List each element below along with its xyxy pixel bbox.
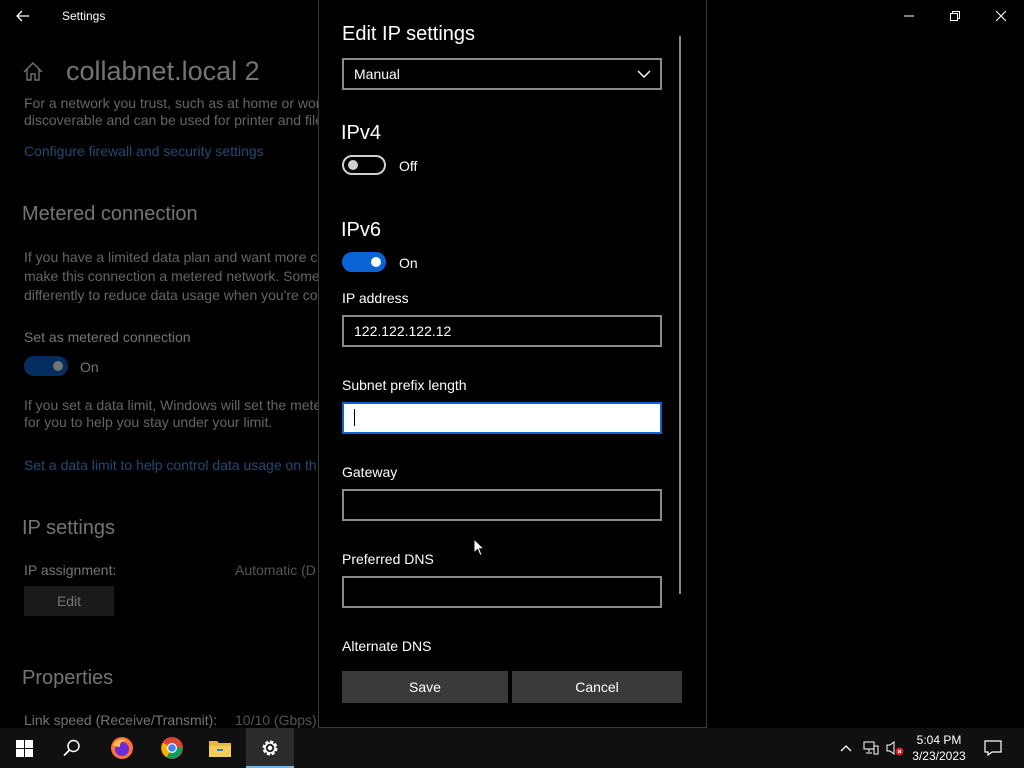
ipv4-toggle[interactable] <box>342 155 386 175</box>
ip-address-label: IP address <box>342 290 409 306</box>
firewall-settings-link[interactable]: Configure firewall and security settings <box>24 143 264 159</box>
data-limit-link[interactable]: Set a data limit to help control data us… <box>24 457 317 473</box>
search-icon <box>63 739 80 757</box>
edit-ip-settings-dialog: Edit IP settings Manual IPv4 Off IPv6 On… <box>318 0 707 728</box>
gateway-input[interactable] <box>342 489 662 521</box>
network-tray-button[interactable] <box>860 728 882 768</box>
toggle-knob <box>348 160 358 170</box>
link-speed-value: 10/10 (Gbps) <box>235 712 317 728</box>
folder-icon <box>209 741 231 757</box>
cancel-button[interactable]: Cancel <box>512 671 682 703</box>
notifications-button[interactable] <box>978 728 1008 768</box>
start-button[interactable] <box>0 728 48 768</box>
clock-time: 5:04 PM <box>916 733 962 747</box>
chevron-down-icon <box>637 70 651 78</box>
metered-text-line: make this connection a metered network. … <box>24 268 320 284</box>
close-button[interactable] <box>978 0 1024 32</box>
network-icon <box>863 741 879 755</box>
ipv4-heading: IPv4 <box>341 122 382 144</box>
taskbar: 5:04 PM 3/23/2023 <box>0 728 1024 768</box>
metered-connection-heading: Metered connection <box>22 203 198 225</box>
minimize-icon <box>904 15 914 17</box>
gear-icon <box>262 740 278 756</box>
ip-assignment-label: IP assignment: <box>24 562 117 578</box>
data-limit-text-line: If you set a data limit, Windows will se… <box>24 397 322 413</box>
back-arrow-icon <box>16 10 29 22</box>
volume-tray-button[interactable] <box>884 728 906 768</box>
toggle-knob <box>53 361 63 371</box>
taskbar-settings[interactable] <box>246 728 294 768</box>
page-title: collabnet.local 2 <box>66 56 260 86</box>
ip-mode-dropdown[interactable]: Manual <box>342 58 662 90</box>
data-limit-text-line: for you to help you stay under your limi… <box>24 414 273 430</box>
taskbar-clock[interactable]: 5:04 PM 3/23/2023 <box>906 732 972 764</box>
ip-mode-selected-value: Manual <box>354 66 400 82</box>
search-button[interactable] <box>48 728 96 768</box>
ip-address-input[interactable] <box>342 315 662 347</box>
metered-connection-toggle[interactable] <box>24 356 68 376</box>
toggle-knob <box>371 257 381 267</box>
mouse-pointer-icon <box>473 538 485 557</box>
restore-icon <box>950 11 960 21</box>
taskbar-file-explorer[interactable] <box>196 728 244 768</box>
ipv6-toggle[interactable] <box>342 252 386 272</box>
restore-button[interactable] <box>932 0 978 32</box>
firefox-icon <box>111 737 133 759</box>
properties-heading: Properties <box>22 667 114 689</box>
metered-toggle-label: Set as metered connection <box>24 329 191 345</box>
dialog-title: Edit IP settings <box>342 23 476 45</box>
taskbar-chrome[interactable] <box>148 728 196 768</box>
edit-ip-button[interactable]: Edit <box>24 586 114 616</box>
home-icon[interactable] <box>23 62 43 81</box>
ipv6-heading: IPv6 <box>341 219 382 241</box>
subnet-prefix-input[interactable] <box>342 402 662 434</box>
clock-date: 3/23/2023 <box>912 749 966 763</box>
text-caret <box>354 409 355 426</box>
ipv6-toggle-state: On <box>399 255 418 271</box>
metered-text-line: If you have a limited data plan and want… <box>24 249 318 265</box>
metered-toggle-state: On <box>80 359 99 375</box>
back-button[interactable] <box>8 4 38 28</box>
subnet-prefix-label: Subnet prefix length <box>342 377 467 393</box>
window-title: Settings <box>62 9 106 23</box>
metered-text-line: differently to reduce data usage when yo… <box>24 287 318 303</box>
windows-logo-icon <box>15 739 33 757</box>
minimize-button[interactable] <box>886 0 932 32</box>
ip-assignment-value: Automatic (D <box>235 562 316 578</box>
save-button[interactable]: Save <box>342 671 508 703</box>
gateway-label: Gateway <box>342 464 398 480</box>
preferred-dns-label: Preferred DNS <box>342 551 434 567</box>
chrome-icon <box>161 737 183 759</box>
taskbar-firefox[interactable] <box>98 728 146 768</box>
ip-settings-heading: IP settings <box>22 517 116 539</box>
close-icon <box>996 11 1006 21</box>
volume-muted-icon <box>886 741 904 756</box>
intro-text-line: discoverable and can be used for printer… <box>24 112 323 128</box>
dialog-scroll-area: Edit IP settings Manual IPv4 Off IPv6 On… <box>319 0 706 660</box>
ipv4-toggle-state: Off <box>399 158 418 174</box>
show-hidden-icons-button[interactable] <box>836 728 856 768</box>
notification-icon <box>984 740 1002 756</box>
preferred-dns-input[interactable] <box>342 576 662 608</box>
alternate-dns-label: Alternate DNS <box>342 638 432 654</box>
intro-text-line: For a network you trust, such as at home… <box>24 95 321 111</box>
dialog-scrollbar[interactable] <box>679 36 681 594</box>
chevron-up-icon <box>840 745 852 752</box>
link-speed-label: Link speed (Receive/Transmit): <box>24 712 218 728</box>
